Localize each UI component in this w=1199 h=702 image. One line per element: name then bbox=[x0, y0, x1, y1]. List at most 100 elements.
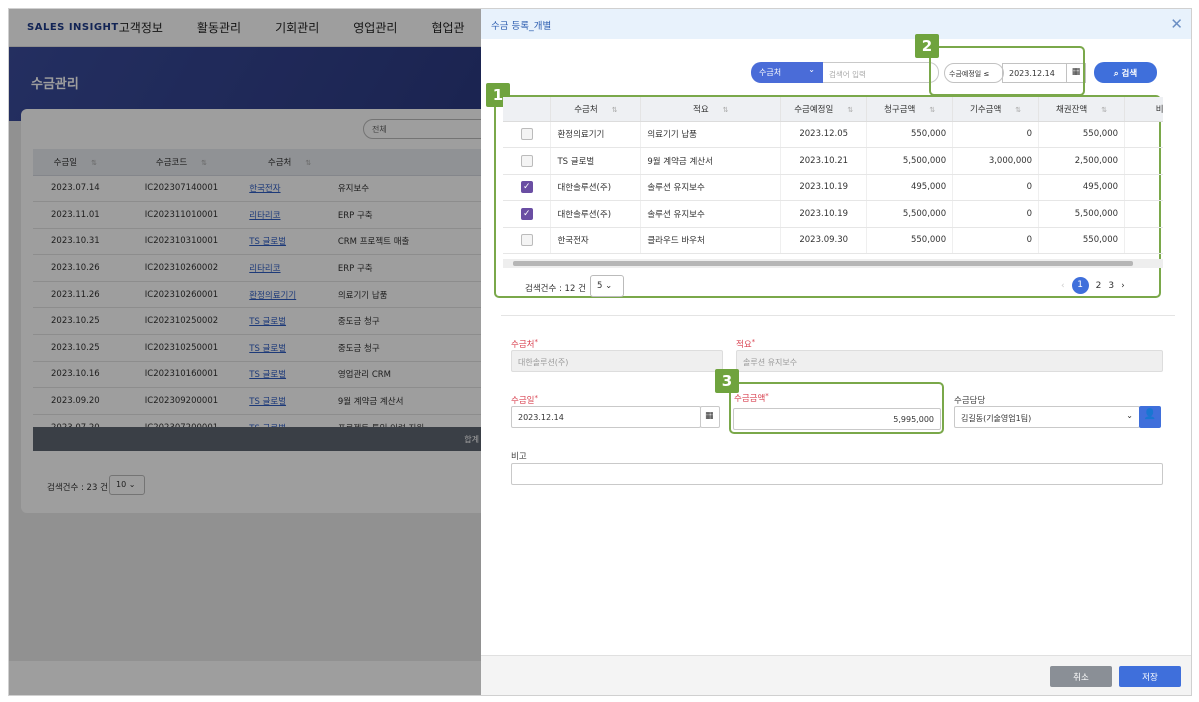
table-cell: 2,500,000 bbox=[1038, 147, 1126, 175]
page-1[interactable]: 1 bbox=[1071, 277, 1089, 294]
modal-page-size-select[interactable]: 5 ⌄ bbox=[590, 275, 624, 297]
checkbox-cell: ✓ bbox=[503, 174, 552, 201]
close-icon[interactable]: ✕ bbox=[1170, 15, 1183, 33]
table-cell: 550,000 bbox=[1038, 227, 1126, 254]
table-cell: 2023.10.21 bbox=[780, 147, 868, 175]
callout-2: 2 bbox=[915, 34, 939, 58]
horizontal-scrollbar[interactable] bbox=[503, 259, 1163, 268]
table-cell: 2023.10.19 bbox=[780, 174, 868, 201]
checkbox-cell bbox=[503, 121, 552, 148]
owner-label: 수금담당 bbox=[954, 396, 986, 406]
table-cell: 클라우드 바우처 bbox=[640, 227, 782, 254]
modal-title: 수금 등록_개별 bbox=[491, 21, 552, 32]
chevron-down-icon: ⌄ bbox=[1126, 411, 1133, 420]
table-row[interactable]: TS 글로벌 9월 계약금 계산서 2023.10.21 5,500,000 3,000… bbox=[503, 147, 1163, 175]
table-cell: 9월 계약금 계산서 bbox=[640, 147, 782, 175]
table-cell: 한국전자 bbox=[550, 227, 642, 254]
date-label: 수금일* bbox=[511, 394, 538, 406]
row-checkbox[interactable] bbox=[520, 128, 533, 141]
row-checkbox[interactable] bbox=[520, 234, 533, 247]
col-header[interactable]: 적요 ⇅ bbox=[640, 97, 782, 122]
row-checkbox[interactable] bbox=[520, 154, 533, 167]
table-cell: 495,000 bbox=[866, 174, 954, 201]
table-cell bbox=[1124, 147, 1163, 175]
col-header[interactable]: 채권잔액 ⇅ bbox=[1038, 97, 1126, 122]
table-cell: 솔루션 유지보수 bbox=[640, 174, 782, 201]
table-cell: 550,000 bbox=[866, 227, 954, 254]
section-divider bbox=[501, 315, 1175, 316]
background-app: SALES INSIGHT 고객정보 활동관리 기회관리 영업관리 협업관 수금… bbox=[9, 9, 491, 695]
checkbox-cell: ✓ bbox=[503, 200, 552, 228]
table-cell: 2023.12.05 bbox=[780, 121, 868, 148]
next-page-icon[interactable]: › bbox=[1121, 281, 1125, 291]
checkbox-cell bbox=[503, 147, 552, 175]
search-input[interactable]: 검색어 입력 bbox=[823, 62, 939, 83]
summary-field: 솔루션 유지보수 bbox=[736, 350, 1163, 372]
table-cell bbox=[1124, 200, 1163, 228]
user-icon: 👤 bbox=[1143, 409, 1157, 420]
table-cell: 0 bbox=[952, 227, 1040, 254]
customer-field: 대한솔루션(주) bbox=[511, 350, 723, 372]
table-cell: 0 bbox=[952, 121, 1040, 148]
table-cell: 5,500,000 bbox=[1038, 200, 1126, 228]
save-button[interactable]: 저장 bbox=[1119, 666, 1181, 687]
note-label: 비고 bbox=[511, 452, 527, 462]
table-row[interactable]: ✓ 대한솔루션(주) 솔루션 유지보수 2023.10.19 5,500,000 0 5,5… bbox=[503, 200, 1163, 228]
search-field-select[interactable]: 수금처 ⌄ bbox=[751, 62, 823, 83]
note-field[interactable] bbox=[511, 463, 1163, 485]
modal-result-count: 검색건수 : 12 건 bbox=[525, 284, 586, 294]
table-row[interactable]: ✓ 대한솔루션(주) 솔루션 유지보수 2023.10.19 495,000 0 495,0… bbox=[503, 174, 1163, 201]
table-row[interactable]: 한국전자 클라우드 바우처 2023.09.30 550,000 0 550,000 bbox=[503, 227, 1163, 254]
col-header[interactable]: 수금처 ⇅ bbox=[550, 97, 642, 122]
row-checkbox[interactable]: ✓ bbox=[520, 207, 533, 220]
modal-footer: 취소 저장 bbox=[481, 655, 1191, 695]
col-header: 비고 bbox=[1124, 97, 1163, 122]
table-cell: 0 bbox=[952, 174, 1040, 201]
table-cell: 5,500,000 bbox=[866, 147, 954, 175]
table-row[interactable]: 환정의료기기 의료기기 납품 2023.12.05 550,000 0 550,000 bbox=[503, 121, 1163, 148]
table-cell: 솔루션 유지보수 bbox=[640, 200, 782, 228]
summary-label: 적요* bbox=[736, 338, 756, 350]
table-cell bbox=[1124, 174, 1163, 201]
table-cell: 2023.10.19 bbox=[780, 200, 868, 228]
callout-3: 3 bbox=[715, 369, 739, 393]
col-header[interactable]: 기수금액 ⇅ bbox=[952, 97, 1040, 122]
amount-field[interactable]: 5,995,000 bbox=[733, 408, 941, 430]
table-cell: 2023.09.30 bbox=[780, 227, 868, 254]
table-cell bbox=[1124, 121, 1163, 148]
table-cell: 의료기기 납품 bbox=[640, 121, 782, 148]
modal-header: 수금 등록_개별 ✕ bbox=[481, 9, 1191, 39]
calendar-icon[interactable]: ▦ bbox=[700, 406, 720, 428]
date-field[interactable]: 2023.12.14 bbox=[511, 406, 701, 428]
collection-register-modal: 수금 등록_개별 ✕ 수금처 ⌄ 검색어 입력 수금예정일 ≤ 2023.12.1… bbox=[481, 9, 1191, 695]
user-search-button[interactable]: 👤 bbox=[1139, 406, 1161, 428]
row-checkbox[interactable]: ✓ bbox=[520, 181, 533, 194]
modal-overlay bbox=[9, 9, 489, 695]
pagination: ‹ 1 2 3 › bbox=[1061, 277, 1125, 294]
receivable-table: 수금처⇅적요⇅수금예정일⇅청구금액⇅기수금액⇅채권잔액⇅비고 환정의료기기의료기… bbox=[503, 97, 1163, 273]
table-cell: 0 bbox=[952, 200, 1040, 228]
amount-label: 수금금액* bbox=[734, 392, 769, 404]
table-cell: 495,000 bbox=[1038, 174, 1126, 201]
col-header[interactable]: 청구금액 ⇅ bbox=[866, 97, 954, 122]
table-cell: 550,000 bbox=[866, 121, 954, 148]
table-cell: 550,000 bbox=[1038, 121, 1126, 148]
scroll-thumb[interactable] bbox=[513, 261, 1133, 266]
table-cell: 환정의료기기 bbox=[550, 121, 642, 148]
search-icon: ⌕ bbox=[1113, 69, 1119, 79]
prev-page-icon[interactable]: ‹ bbox=[1061, 281, 1065, 291]
col-header[interactable]: 수금예정일 ⇅ bbox=[780, 97, 868, 122]
customer-label: 수금처* bbox=[511, 338, 538, 350]
page-2[interactable]: 2 bbox=[1096, 281, 1102, 291]
table-cell bbox=[1124, 227, 1163, 254]
table-cell: 3,000,000 bbox=[952, 147, 1040, 175]
search-button[interactable]: ⌕ 검색 bbox=[1094, 62, 1157, 83]
table-cell: 대한솔루션(주) bbox=[550, 200, 642, 228]
page-3[interactable]: 3 bbox=[1108, 281, 1114, 291]
cancel-button[interactable]: 취소 bbox=[1050, 666, 1112, 687]
screenshot-frame: SALES INSIGHT 고객정보 활동관리 기회관리 영업관리 협업관 수금… bbox=[8, 8, 1192, 696]
owner-select[interactable]: 김길동(기술영업1팀) ⌄ bbox=[954, 406, 1140, 428]
highlight-box-2 bbox=[929, 46, 1085, 96]
chevron-down-icon: ⌄ bbox=[808, 65, 815, 74]
table-cell: 대한솔루션(주) bbox=[550, 174, 642, 201]
